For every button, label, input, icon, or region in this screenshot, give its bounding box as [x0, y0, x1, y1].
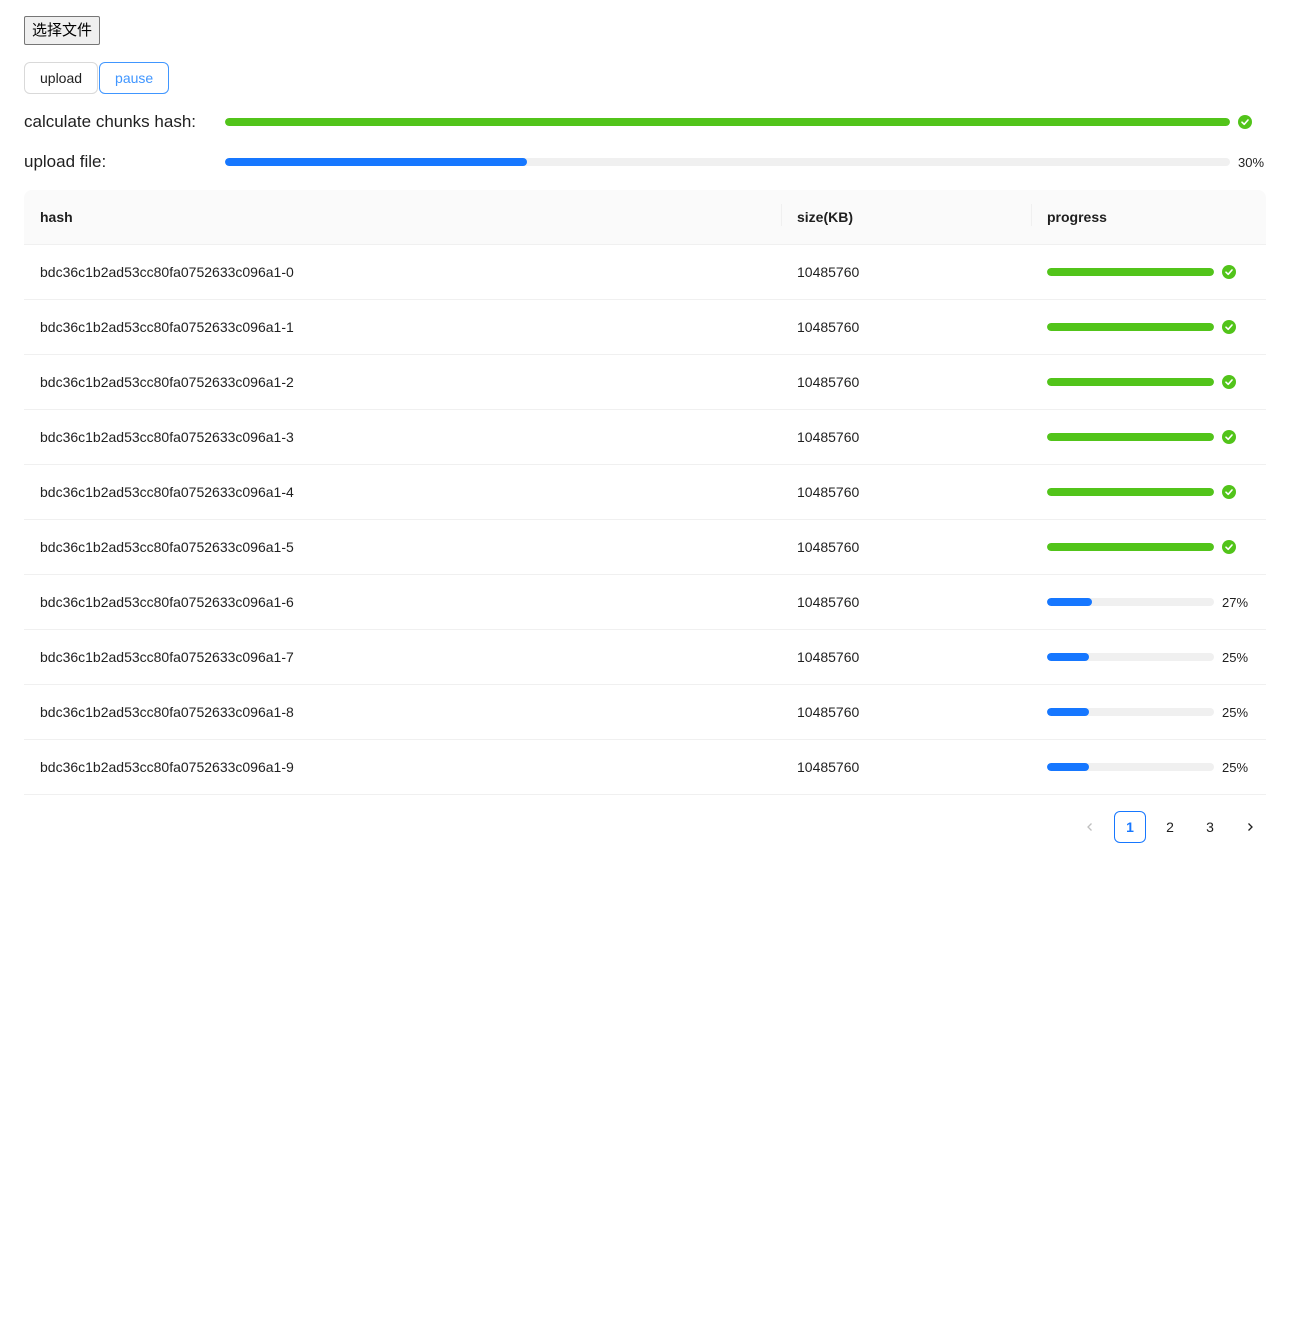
chunk-hash: bdc36c1b2ad53cc80fa0752633c096a1-2	[40, 374, 294, 390]
action-buttons: upload pause	[24, 62, 1266, 94]
chunk-size: 10485760	[797, 319, 860, 335]
chunk-progress-fill	[1047, 653, 1089, 661]
table-row: bdc36c1b2ad53cc80fa0752633c096a1-0 104857…	[24, 245, 1266, 300]
upload-progress-fill	[225, 158, 527, 166]
chunk-progress-bar	[1047, 763, 1214, 771]
chevron-right-icon	[1245, 819, 1255, 835]
check-circle-icon	[1222, 265, 1236, 279]
table-row: bdc36c1b2ad53cc80fa0752633c096a1-9 104857…	[24, 740, 1266, 795]
chunk-progress	[1031, 520, 1266, 574]
check-circle-icon	[1222, 485, 1236, 499]
hash-progress-bar	[225, 118, 1230, 126]
pause-button[interactable]: pause	[99, 62, 170, 94]
chunk-progress	[1031, 245, 1266, 299]
page: 选择文件 upload pause calculate chunks hash:…	[24, 16, 1266, 843]
column-header-size: size(KB)	[781, 190, 1031, 244]
prev-page-button[interactable]	[1074, 811, 1106, 843]
chunk-size: 10485760	[797, 484, 860, 500]
chunk-progress-percent: 25%	[1222, 649, 1249, 665]
chunk-progress	[1031, 300, 1266, 354]
check-circle-icon	[1238, 115, 1252, 129]
chunk-size: 10485760	[797, 374, 860, 390]
upload-progress-percent: 30%	[1238, 154, 1265, 170]
chunk-progress-fill	[1047, 378, 1214, 386]
chunk-progress: 25%	[1031, 740, 1266, 794]
chunk-progress-fill	[1047, 323, 1214, 331]
chunk-progress-fill	[1047, 763, 1089, 771]
chunk-progress-bar	[1047, 598, 1214, 606]
chunk-hash: bdc36c1b2ad53cc80fa0752633c096a1-0	[40, 264, 294, 280]
chevron-left-icon	[1085, 819, 1095, 835]
chunk-progress-fill	[1047, 543, 1214, 551]
table-row: bdc36c1b2ad53cc80fa0752633c096a1-3 104857…	[24, 410, 1266, 465]
chunk-progress-bar	[1047, 543, 1214, 551]
chunk-progress-percent: 25%	[1222, 759, 1249, 775]
chunk-size: 10485760	[797, 759, 860, 775]
hash-progress-label: calculate chunks hash:	[24, 112, 196, 131]
check-circle-icon	[1222, 375, 1236, 389]
next-page-button[interactable]	[1234, 811, 1266, 843]
chunk-progress: 25%	[1031, 630, 1266, 684]
hash-progress-fill	[225, 118, 1230, 126]
check-circle-icon	[1222, 540, 1236, 554]
chunk-progress-bar	[1047, 708, 1214, 716]
table-row: bdc36c1b2ad53cc80fa0752633c096a1-1 104857…	[24, 300, 1266, 355]
chunk-progress-fill	[1047, 598, 1093, 606]
chunk-progress-bar	[1047, 433, 1214, 441]
chunk-hash: bdc36c1b2ad53cc80fa0752633c096a1-5	[40, 539, 294, 555]
chunk-size: 10485760	[797, 264, 860, 280]
chunk-progress-percent: 27%	[1222, 594, 1249, 610]
chunk-progress-fill	[1047, 268, 1214, 276]
table-row: bdc36c1b2ad53cc80fa0752633c096a1-2 104857…	[24, 355, 1266, 410]
chunk-progress	[1031, 410, 1266, 464]
column-header-hash: hash	[40, 209, 73, 225]
chunk-size: 10485760	[797, 704, 860, 720]
chunk-progress-fill	[1047, 488, 1214, 496]
check-circle-icon	[1222, 320, 1236, 334]
chunk-progress-percent: 25%	[1222, 704, 1249, 720]
table-row: bdc36c1b2ad53cc80fa0752633c096a1-5 104857…	[24, 520, 1266, 575]
hash-progress-row: calculate chunks hash:	[24, 111, 1266, 133]
check-circle-icon	[1222, 430, 1236, 444]
page-item-3[interactable]: 3	[1194, 811, 1226, 843]
chunk-hash: bdc36c1b2ad53cc80fa0752633c096a1-3	[40, 429, 294, 445]
page-item-1[interactable]: 1	[1114, 811, 1146, 843]
chunk-hash: bdc36c1b2ad53cc80fa0752633c096a1-6	[40, 594, 294, 610]
pagination: 1 2 3	[1066, 811, 1266, 843]
upload-progress-bar	[225, 158, 1230, 166]
chunk-progress-bar	[1047, 653, 1214, 661]
chunk-progress	[1031, 465, 1266, 519]
table-body: bdc36c1b2ad53cc80fa0752633c096a1-0 104857…	[24, 245, 1266, 795]
chunk-hash: bdc36c1b2ad53cc80fa0752633c096a1-7	[40, 649, 294, 665]
chunk-progress-bar	[1047, 268, 1214, 276]
chunk-progress	[1031, 355, 1266, 409]
upload-progress-row: upload file: 30%	[24, 151, 1266, 173]
table-row: bdc36c1b2ad53cc80fa0752633c096a1-7 104857…	[24, 630, 1266, 685]
chunk-size: 10485760	[797, 539, 860, 555]
chunk-progress-bar	[1047, 378, 1214, 386]
table-row: bdc36c1b2ad53cc80fa0752633c096a1-6 104857…	[24, 575, 1266, 630]
upload-button[interactable]: upload	[24, 62, 99, 94]
chunk-size: 10485760	[797, 429, 860, 445]
page-item-2[interactable]: 2	[1154, 811, 1186, 843]
column-header-progress: progress	[1031, 190, 1266, 244]
chunk-hash: bdc36c1b2ad53cc80fa0752633c096a1-9	[40, 759, 294, 775]
chunk-progress: 27%	[1031, 575, 1266, 629]
table-row: bdc36c1b2ad53cc80fa0752633c096a1-8 104857…	[24, 685, 1266, 740]
chunk-progress-fill	[1047, 708, 1089, 716]
chunk-hash: bdc36c1b2ad53cc80fa0752633c096a1-8	[40, 704, 294, 720]
chunk-progress-fill	[1047, 433, 1214, 441]
chunks-table: hash size(KB) progress bdc36c1b2ad53cc80…	[24, 190, 1266, 795]
chunk-hash: bdc36c1b2ad53cc80fa0752633c096a1-4	[40, 484, 294, 500]
upload-progress-label: upload file:	[24, 152, 107, 171]
table-header: hash size(KB) progress	[24, 190, 1266, 245]
chunk-size: 10485760	[797, 594, 860, 610]
table-row: bdc36c1b2ad53cc80fa0752633c096a1-4 104857…	[24, 465, 1266, 520]
choose-file-button[interactable]: 选择文件	[24, 16, 101, 45]
chunk-progress-bar	[1047, 323, 1214, 331]
chunk-progress: 25%	[1031, 685, 1266, 739]
chunk-hash: bdc36c1b2ad53cc80fa0752633c096a1-1	[40, 319, 294, 335]
chunk-size: 10485760	[797, 649, 860, 665]
chunk-progress-bar	[1047, 488, 1214, 496]
